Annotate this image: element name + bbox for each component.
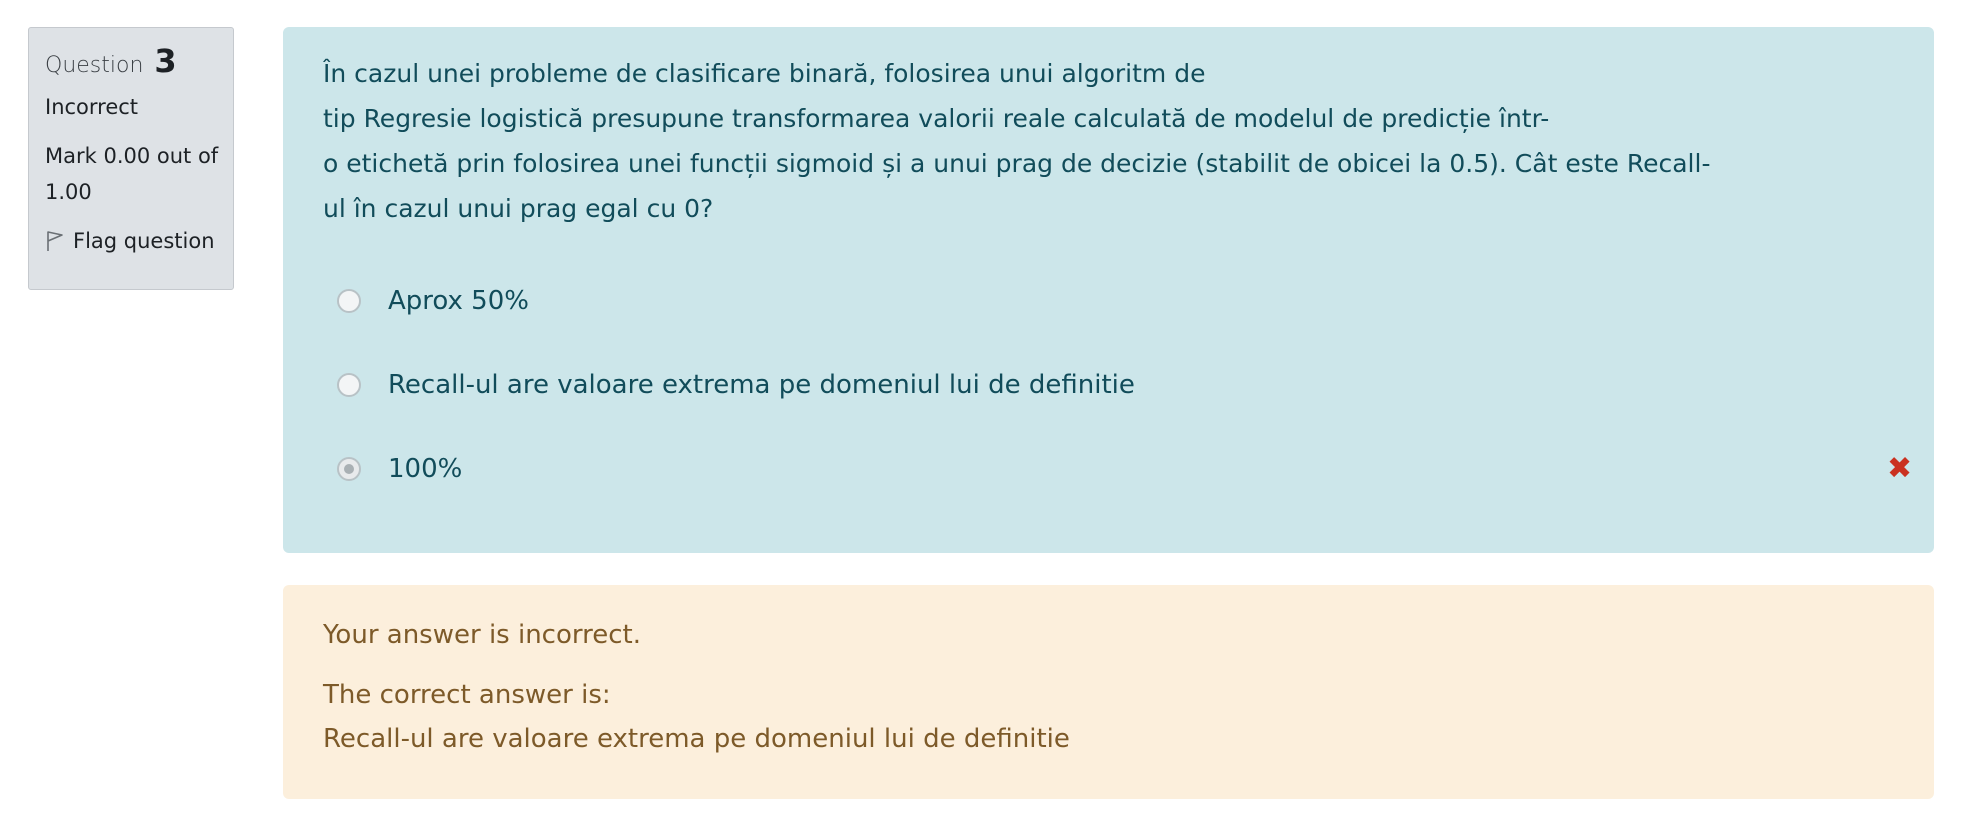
- flag-icon: [45, 230, 65, 252]
- answer-feedback: Your answer is incorrect. The correct an…: [283, 585, 1934, 799]
- answer-label: Recall-ul are valoare extrema pe domeniu…: [388, 370, 1135, 400]
- flag-question-label: Flag question: [73, 229, 215, 253]
- question-text-line: o etichetă prin folosirea unei funcții s…: [323, 149, 1711, 178]
- answer-option-100[interactable]: 100% ✖: [323, 427, 1934, 511]
- question-formulation: În cazul unei probleme de clasificare bi…: [283, 27, 1934, 553]
- question-number-heading: Question 3: [45, 44, 233, 78]
- answer-option-recall-extrema[interactable]: Recall-ul are valoare extrema pe domeniu…: [323, 343, 1934, 427]
- feedback-right-answer: The correct answer is: Recall-ul are val…: [323, 673, 1934, 761]
- question-text-line: tip Regresie logistică presupune transfo…: [323, 104, 1550, 133]
- question-text-line: ul în cazul unui prag egal cu 0?: [323, 194, 714, 223]
- flag-question-link[interactable]: Flag question: [45, 226, 233, 256]
- question-text-line: În cazul unei probleme de clasificare bi…: [323, 59, 1206, 88]
- question-grade: Mark 0.00 out of 1.00: [45, 144, 219, 204]
- question-label: Question: [45, 53, 144, 78]
- answer-options: Aprox 50% Recall-ul are valoare extrema …: [323, 259, 1934, 511]
- question-text: În cazul unei probleme de clasificare bi…: [323, 51, 1883, 231]
- answer-label: 100%: [388, 454, 463, 484]
- question-state: Incorrect: [45, 95, 139, 119]
- feedback-general: Your answer is incorrect.: [323, 620, 641, 650]
- answer-option-aprox-50[interactable]: Aprox 50%: [323, 259, 1934, 343]
- answer-radio-selected[interactable]: [337, 457, 361, 481]
- answer-label: Aprox 50%: [388, 286, 529, 316]
- answer-radio[interactable]: [337, 289, 361, 313]
- cross-icon: ✖: [1887, 451, 1913, 486]
- right-answer-text: Recall-ul are valoare extrema pe domeniu…: [323, 724, 1070, 754]
- right-answer-intro: The correct answer is:: [323, 680, 611, 710]
- answer-radio[interactable]: [337, 373, 361, 397]
- question-number: 3: [154, 42, 177, 80]
- question-info-panel: Question 3 Incorrect Mark 0.00 out of 1.…: [28, 27, 234, 290]
